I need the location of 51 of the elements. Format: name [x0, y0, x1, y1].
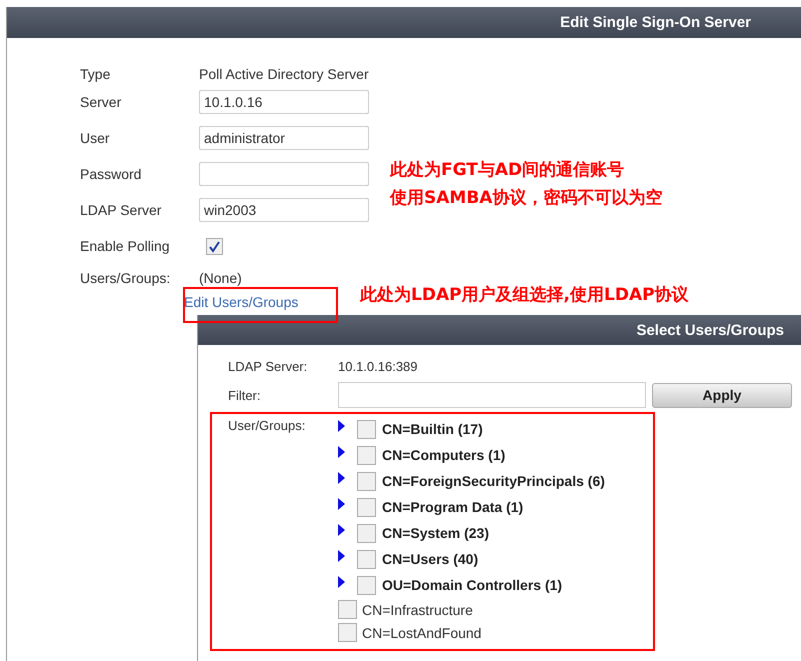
dialog-title: Select Users/Groups: [636, 322, 784, 338]
filter-field[interactable]: [338, 382, 646, 408]
checkbox[interactable]: [357, 498, 376, 516]
checkbox[interactable]: [338, 600, 357, 619]
expand-arrow-icon[interactable]: [338, 420, 345, 432]
field-label: Users/Groups:: [80, 270, 172, 286]
tree-item[interactable]: CN=Computers (1): [382, 447, 506, 463]
tree-item[interactable]: CN=Builtin (17): [382, 421, 483, 437]
apply-button[interactable]: Apply: [652, 382, 792, 408]
annotation-text: 使用SAMBA协议，密码不可以为空: [390, 187, 662, 210]
field-value: Poll Active Directory Server: [199, 66, 369, 82]
field-label: User/Groups:: [228, 417, 306, 433]
field-label: Enable Polling: [80, 238, 171, 254]
tree-item[interactable]: CN=ForeignSecurityPrincipals (6): [382, 473, 605, 489]
input-field[interactable]: 10.1.0.16: [199, 90, 369, 114]
checkbox[interactable]: [357, 420, 376, 438]
tree-item[interactable]: CN=LostAndFound: [362, 624, 482, 640]
expand-arrow-icon[interactable]: [338, 524, 345, 536]
expand-arrow-icon[interactable]: [338, 472, 345, 484]
tree-item[interactable]: CN=System (23): [382, 525, 489, 541]
expand-arrow-icon[interactable]: [338, 576, 345, 588]
tree-item[interactable]: CN=Users (40): [382, 551, 478, 567]
field-label: LDAP Server: [80, 202, 162, 218]
input-field[interactable]: win2003: [199, 198, 369, 222]
checkbox[interactable]: [357, 524, 376, 542]
checkbox[interactable]: [357, 550, 376, 568]
tree-item[interactable]: OU=Domain Controllers (1): [382, 577, 562, 593]
checkbox[interactable]: [206, 238, 223, 254]
window-title: Edit Single Sign-On Server: [560, 14, 751, 31]
expand-arrow-icon[interactable]: [338, 498, 345, 510]
annotation-text: 此处为FGT与AD间的通信账号: [390, 159, 626, 182]
field-value: (None): [199, 270, 242, 286]
tree-item[interactable]: CN=Infrastructure: [362, 602, 473, 618]
checkbox[interactable]: [357, 472, 376, 490]
field-label: LDAP Server:: [228, 359, 308, 374]
input-field[interactable]: administrator: [199, 126, 369, 150]
checkbox[interactable]: [338, 623, 357, 642]
input-field[interactable]: [199, 162, 369, 186]
checkbox[interactable]: [357, 446, 376, 464]
expand-arrow-icon[interactable]: [338, 446, 345, 458]
field-label: Password: [80, 166, 142, 182]
field-label: Server: [80, 94, 122, 110]
edit-users-link[interactable]: Edit Users/Groups: [184, 294, 298, 310]
tree-item[interactable]: CN=Program Data (1): [382, 499, 524, 515]
field-label: User: [80, 130, 111, 146]
field-label: Type: [80, 66, 112, 82]
field-value: 10.1.0.16:389: [338, 359, 418, 374]
annotation-text: 此处为LDAP用户及组选择,使用LDAP协议: [360, 284, 689, 307]
checkbox[interactable]: [357, 576, 376, 594]
expand-arrow-icon[interactable]: [338, 550, 345, 562]
field-label: Filter:: [228, 388, 262, 402]
